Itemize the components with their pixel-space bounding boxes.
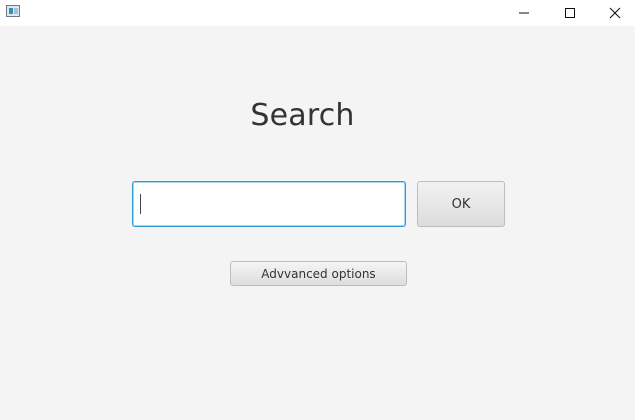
search-input[interactable]: [132, 181, 406, 227]
text-caret: [140, 194, 141, 214]
maximize-icon: [565, 8, 575, 18]
page-title: Search: [250, 98, 355, 133]
app-window: Search OK Advvanced options: [0, 0, 635, 420]
minimize-icon: [519, 12, 529, 14]
close-button[interactable]: [592, 0, 635, 26]
app-icon: [6, 5, 20, 17]
close-icon: [609, 7, 621, 19]
advanced-options-button[interactable]: Advvanced options: [230, 261, 407, 286]
main-content: Search OK Advvanced options: [0, 26, 635, 420]
title-bar[interactable]: [0, 0, 635, 26]
maximize-button[interactable]: [547, 0, 593, 26]
minimize-button[interactable]: [501, 0, 547, 26]
ok-button[interactable]: OK: [417, 181, 505, 227]
